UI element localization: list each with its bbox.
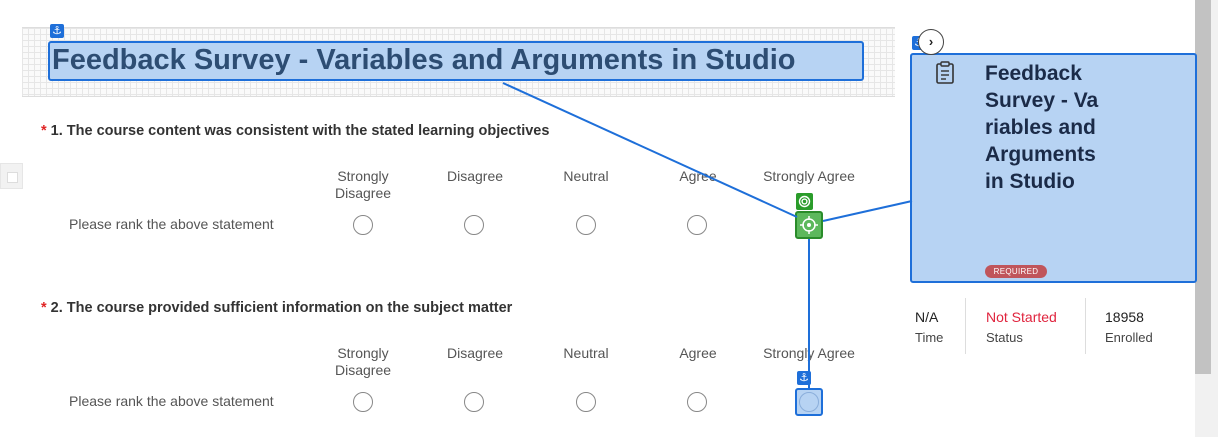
scale-label-agree: Agree	[679, 168, 717, 184]
status-label: Status	[986, 330, 1023, 345]
anchor-icon: ⚓	[797, 371, 811, 385]
time-label: Time	[915, 330, 944, 345]
q1-radio-neutral[interactable]	[576, 215, 596, 235]
status-value: Not Started	[986, 309, 1057, 325]
q1-radio-strongly-agree[interactable]	[795, 211, 823, 239]
q2-radio-neutral[interactable]	[576, 392, 596, 412]
question-1-text: 1. The course content was consistent wit…	[50, 123, 550, 139]
row-label: Please rank the above statement	[69, 216, 274, 232]
scale-label-strongly-disagree: Strongly Disagree	[334, 345, 392, 378]
card-title: Feedback Survey - Variables and Argument…	[985, 62, 1099, 193]
clipboard-icon	[934, 60, 956, 91]
row-label: Please rank the above statement	[69, 393, 274, 409]
scrollbar-thumb[interactable]	[1195, 0, 1211, 374]
required-star: *	[41, 123, 47, 139]
scale-label-disagree: Disagree	[446, 168, 504, 184]
stat-divider	[1085, 298, 1086, 354]
chevron-right-icon[interactable]: ›	[918, 29, 944, 55]
q2-radio-disagree[interactable]	[464, 392, 484, 412]
q2-radio-agree[interactable]	[687, 392, 707, 412]
q1-radio-disagree[interactable]	[464, 215, 484, 235]
required-badge: REQUIRED	[985, 265, 1047, 278]
scale-label-strongly-agree: Strongly Agree	[763, 345, 855, 361]
enrolled-label: Enrolled	[1105, 330, 1153, 345]
scale-label-agree: Agree	[679, 345, 717, 361]
q2-radio-strongly-disagree[interactable]	[353, 392, 373, 412]
target-tag-icon	[796, 193, 813, 210]
crosshair-icon	[800, 216, 818, 234]
anchor-icon: ⚓	[50, 24, 64, 38]
page-title: Feedback Survey - Variables and Argument…	[52, 44, 796, 76]
question-2: * 2. The course provided sufficient infor…	[41, 300, 512, 316]
side-handle[interactable]	[0, 163, 23, 189]
radio-circle-icon	[799, 392, 819, 412]
scale-label-strongly-agree: Strongly Agree	[763, 168, 855, 184]
required-star: *	[41, 300, 47, 316]
question-2-text: 2. The course provided sufficient inform…	[50, 300, 513, 316]
stat-divider	[965, 298, 966, 354]
q1-radio-agree[interactable]	[687, 215, 707, 235]
scale-label-disagree: Disagree	[446, 345, 504, 361]
scale-label-neutral: Neutral	[563, 168, 609, 184]
q1-radio-strongly-disagree[interactable]	[353, 215, 373, 235]
time-value: N/A	[915, 309, 939, 325]
scale-label-strongly-disagree: Strongly Disagree	[334, 168, 392, 201]
question-1: * 1. The course content was consistent wi…	[41, 123, 549, 139]
enrolled-value: 18958	[1105, 309, 1144, 325]
q2-radio-strongly-agree[interactable]	[795, 388, 823, 416]
scale-label-neutral: Neutral	[563, 345, 609, 361]
